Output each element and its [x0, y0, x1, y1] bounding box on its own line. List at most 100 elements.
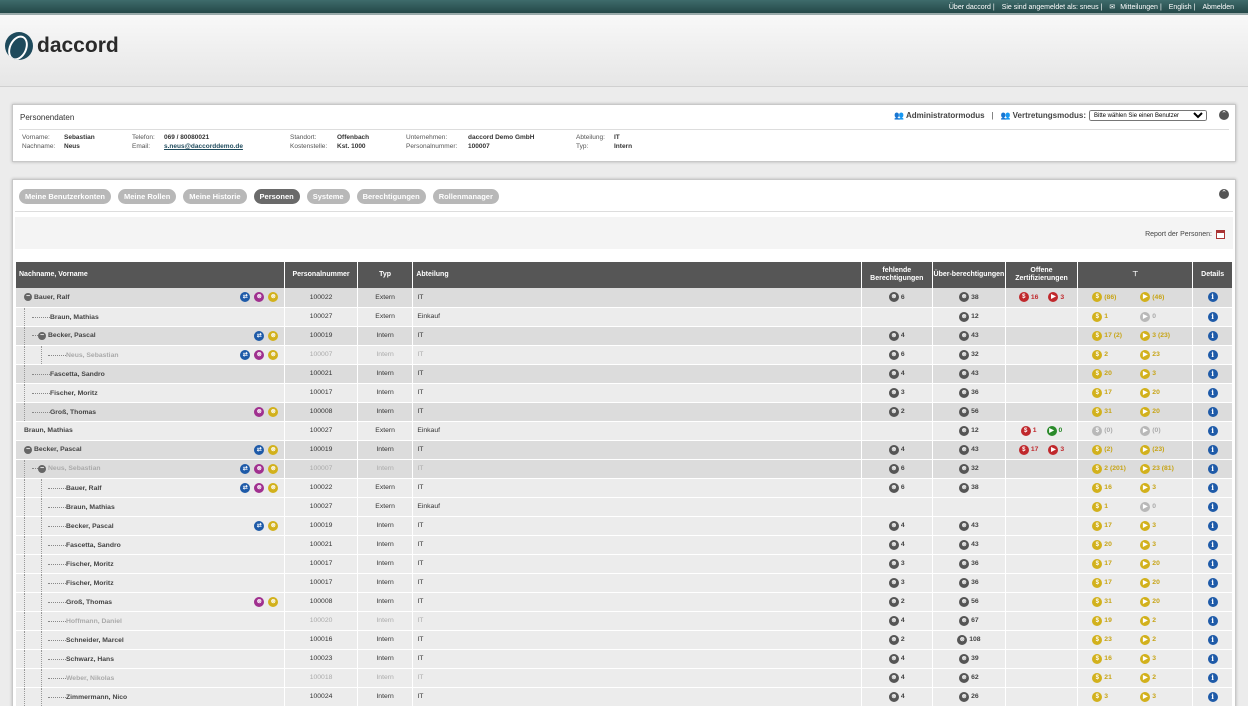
person-name-link[interactable]: Neus, Sebastian [48, 465, 101, 472]
cell-ueber[interactable]: ⊗ 26 [932, 687, 1006, 706]
table-row[interactable]: Fascetta, Sandro 100021 Intern IT ⊗ 4 ⊗ 43 $20 ▶ 3… [16, 364, 1233, 384]
table-row[interactable]: Hoffmann, Daniel 100020 Intern IT ⊗ 4 ⊗ 67 $19 ▶ 2… [16, 611, 1233, 631]
info-icon[interactable]: i [1207, 577, 1218, 588]
cell-hierarchy[interactable]: $2 ▶ 23 [1077, 345, 1194, 365]
permission-icon[interactable]: ⊗ [268, 444, 279, 455]
role-icon[interactable]: ⊗ [254, 349, 265, 360]
report-link[interactable]: Report der Personen: [1145, 230, 1225, 239]
col-fehlende[interactable]: fehlende Berechtigungen [861, 262, 934, 288]
person-name-link[interactable]: Bauer, Ralf [66, 485, 102, 492]
col-personalnummer[interactable]: Personalnummer [284, 262, 358, 288]
info-icon[interactable]: i [1207, 349, 1218, 360]
permission-icon[interactable]: ⊗ [268, 596, 279, 607]
table-row[interactable]: Bauer, Ralf ⇄ ⊗ ⊗ 100022 Extern IT ⊗ 6 ⊗ 38 $16 ▶ 3 i [16, 478, 1233, 498]
cell-fehlende[interactable]: ⊗ 2 [861, 592, 934, 612]
table-row[interactable]: Fischer, Moritz 100017 Intern IT ⊗ 3 ⊗ 36 $17 ▶ 20… [16, 573, 1233, 593]
cell-hierarchy[interactable]: $17 ▶ 3 [1077, 516, 1194, 536]
info-icon[interactable]: i [1207, 520, 1218, 531]
cell-fehlende[interactable]: ⊗ 4 [861, 516, 934, 536]
cell-fehlende[interactable]: ⊗ 4 [861, 364, 934, 384]
permission-icon[interactable]: ⊗ [268, 482, 279, 493]
cell-hierarchy[interactable]: $31 ▶ 20 [1077, 592, 1194, 612]
person-name-link[interactable]: Braun, Mathias [66, 504, 115, 511]
tab-rollenmanager[interactable]: Rollenmanager [432, 189, 499, 204]
account-icon[interactable]: ⇄ [240, 463, 251, 474]
cell-offene-zertifizierungen[interactable] [1005, 516, 1079, 536]
cell-hierarchy[interactable]: $17 ▶ 20 [1077, 383, 1194, 403]
account-icon[interactable]: ⇄ [254, 330, 265, 341]
person-name-link[interactable]: Becker, Pascal [66, 523, 114, 530]
account-icon[interactable]: ⇄ [240, 292, 251, 302]
person-name-link[interactable]: Becker, Pascal [34, 446, 82, 453]
cell-fehlende[interactable] [861, 307, 934, 327]
table-row[interactable]: Weber, Nikolas 100018 Intern IT ⊗ 4 ⊗ 62 $21 ▶ 2 i [16, 668, 1233, 688]
person-name-link[interactable]: Schneider, Marcel [66, 637, 124, 644]
cell-offene-zertifizierungen[interactable] [1005, 573, 1079, 593]
role-icon[interactable]: ⊗ [254, 482, 265, 493]
table-row[interactable]: − Becker, Pascal ⇄ ⊗ 100019 Intern IT ⊗ 4 ⊗ 43 $17 … [16, 326, 1233, 346]
cell-offene-zertifizierungen[interactable] [1005, 630, 1079, 650]
tab-meine-rollen[interactable]: Meine Rollen [118, 189, 177, 204]
tab-meine-benutzerkonten[interactable]: Meine Benutzerkonten [19, 189, 112, 204]
col-offene[interactable]: Offene Zertifizierungen [1005, 262, 1079, 288]
cell-ueber[interactable]: ⊗ 39 [932, 649, 1006, 669]
cell-ueber[interactable]: ⊗ 38 [932, 478, 1006, 498]
cell-fehlende[interactable]: ⊗ 6 [861, 288, 934, 308]
person-name-link[interactable]: Fascetta, Sandro [66, 542, 121, 549]
cell-ueber[interactable]: ⊗ 56 [932, 402, 1006, 422]
info-icon[interactable]: i [1207, 653, 1218, 664]
cell-hierarchy[interactable]: $ (86) ▶ (46) [1077, 288, 1194, 308]
col-typ[interactable]: Typ [357, 262, 414, 288]
messages-link[interactable]: ✉ Mitteilungen [1109, 4, 1158, 11]
email-link[interactable]: s.neus@daccorddemo.de [164, 143, 243, 150]
language-link[interactable]: English [1169, 4, 1192, 11]
info-icon[interactable]: i [1207, 406, 1218, 417]
cell-offene-zertifizierungen[interactable] [1005, 307, 1079, 327]
cell-ueber[interactable]: ⊗ 56 [932, 592, 1006, 612]
cell-fehlende[interactable]: ⊗ 6 [861, 478, 934, 498]
table-row[interactable]: Braun, Mathias 100027 Extern Einkauf ⊗ 12 $1 ▶ 0… [16, 307, 1233, 327]
table-row[interactable]: Fischer, Moritz 100017 Intern IT ⊗ 3 ⊗ 36 $17 ▶ 20… [16, 554, 1233, 574]
info-icon[interactable]: i [1207, 558, 1218, 569]
collapse-toggle-icon[interactable]: − [24, 445, 32, 454]
cell-hierarchy[interactable]: $31 ▶ 20 [1077, 402, 1194, 422]
person-name-link[interactable]: Groß, Thomas [50, 409, 96, 416]
tab-meine-historie[interactable]: Meine Historie [183, 189, 247, 204]
cell-offene-zertifizierungen[interactable] [1005, 383, 1079, 403]
cell-fehlende[interactable]: ⊗ 4 [861, 326, 934, 346]
cell-offene-zertifizierungen[interactable]: $17 ▶ 3 [1005, 440, 1079, 460]
info-icon[interactable]: i [1207, 292, 1218, 303]
info-icon[interactable]: i [1207, 330, 1218, 341]
cell-offene-zertifizierungen[interactable] [1005, 554, 1079, 574]
table-row[interactable]: − Bauer, Ralf ⇄ ⊗ ⊗ 100022 Extern IT ⊗ 6 ⊗ 38 $16 ▶ 3 $… [16, 288, 1233, 308]
person-name-link[interactable]: Becker, Pascal [48, 332, 96, 339]
col-ueber[interactable]: Über-berechtigungen [932, 262, 1006, 288]
person-name-link[interactable]: Fischer, Moritz [66, 561, 114, 568]
proxy-user-select[interactable]: Bitte wählen Sie einen Benutzer [1089, 110, 1207, 121]
cell-ueber[interactable]: ⊗ 12 [932, 421, 1006, 441]
cell-fehlende[interactable]: ⊗ 3 [861, 383, 934, 403]
role-icon[interactable]: ⊗ [254, 463, 265, 474]
cell-hierarchy[interactable]: $20 ▶ 3 [1077, 364, 1194, 384]
person-name-link[interactable]: Schwarz, Hans [66, 656, 114, 663]
cell-hierarchy[interactable]: $ (2) ▶ (23) [1077, 440, 1194, 460]
cell-fehlende[interactable]: ⊗ 4 [861, 440, 934, 460]
cell-hierarchy[interactable]: $1 ▶ 0 [1077, 497, 1194, 517]
cell-ueber[interactable]: ⊗ 36 [932, 554, 1006, 574]
cell-fehlende[interactable]: ⊗ 4 [861, 611, 934, 631]
role-icon[interactable]: ⊗ [254, 596, 265, 607]
col-hierarchy[interactable]: ⊤ [1077, 262, 1194, 288]
permission-icon[interactable]: ⊗ [268, 292, 279, 302]
col-details[interactable]: Details [1192, 262, 1233, 288]
cell-ueber[interactable]: ⊗ 43 [932, 364, 1006, 384]
info-icon[interactable]: i [1207, 539, 1218, 550]
info-icon[interactable]: i [1207, 672, 1218, 683]
person-name-link[interactable]: Weber, Nikolas [66, 675, 114, 682]
cell-fehlende[interactable]: ⊗ 4 [861, 687, 934, 706]
cell-offene-zertifizierungen[interactable] [1005, 345, 1079, 365]
cell-fehlende[interactable]: ⊗ 4 [861, 649, 934, 669]
cell-fehlende[interactable]: ⊗ 6 [861, 345, 934, 365]
cell-fehlende[interactable]: ⊗ 4 [861, 535, 934, 555]
info-icon[interactable]: i [1207, 387, 1218, 398]
cell-hierarchy[interactable]: $17 ▶ 20 [1077, 573, 1194, 593]
